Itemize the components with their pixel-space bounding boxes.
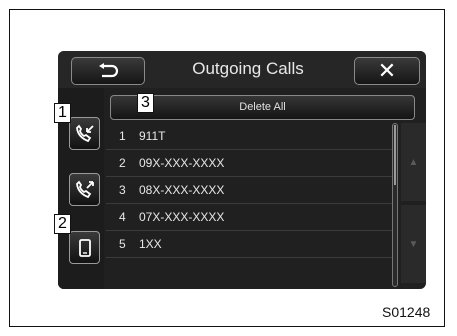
mobile-phone-icon (78, 238, 91, 257)
close-button[interactable]: ✕ (354, 57, 420, 85)
tab-incoming-calls[interactable] (69, 117, 100, 150)
head-unit-screen: Outgoing Calls ✕ Delete All 1 911T 2 09X… (58, 51, 426, 289)
scroll-down-button[interactable]: ▼ (401, 205, 426, 283)
row-number-value: 07X-XXX-XXXX (139, 210, 225, 224)
row-number-value: 09X-XXX-XXXX (139, 156, 225, 170)
row-number: 4 (119, 210, 126, 224)
header-bar: Outgoing Calls ✕ (58, 51, 426, 88)
triangle-down-icon: ▼ (408, 238, 419, 250)
delete-all-label: Delete All (239, 101, 286, 113)
call-list-row[interactable]: 2 09X-XXX-XXXX (106, 150, 392, 177)
incoming-call-icon (75, 124, 94, 142)
back-button[interactable] (71, 57, 145, 85)
callout-2: 2 (54, 214, 71, 234)
callout-1: 1 (54, 103, 71, 123)
row-number-value: 911T (139, 129, 166, 143)
row-number: 2 (119, 156, 126, 170)
scrollbar[interactable] (392, 123, 398, 287)
return-arrow-icon (99, 63, 119, 78)
callout-3: 3 (137, 93, 154, 113)
figure-code: S01248 (382, 304, 431, 320)
call-list-row[interactable]: 5 1XX (106, 231, 392, 258)
delete-all-button[interactable]: Delete All (110, 95, 415, 120)
outgoing-call-icon (75, 180, 94, 198)
triangle-up-icon: ▲ (408, 156, 419, 168)
row-number-value: 08X-XXX-XXXX (139, 183, 225, 197)
row-number: 1 (119, 129, 126, 143)
page-title: Outgoing Calls (192, 59, 304, 78)
call-list-row[interactable]: 4 07X-XXX-XXXX (106, 204, 392, 231)
tab-outgoing-calls[interactable] (69, 173, 100, 206)
scroll-up-button[interactable]: ▲ (401, 123, 426, 201)
row-number-value: 1XX (139, 237, 162, 251)
scrollbar-thumb[interactable] (394, 125, 396, 185)
call-list-row[interactable]: 3 08X-XXX-XXXX (106, 177, 392, 204)
close-icon: ✕ (377, 58, 397, 84)
call-list-row[interactable]: 1 911T (106, 123, 392, 150)
scroll-area: ▲ ▼ (392, 121, 426, 289)
row-number: 3 (119, 183, 126, 197)
row-number: 5 (119, 237, 126, 251)
tab-phonebook[interactable] (69, 231, 100, 264)
